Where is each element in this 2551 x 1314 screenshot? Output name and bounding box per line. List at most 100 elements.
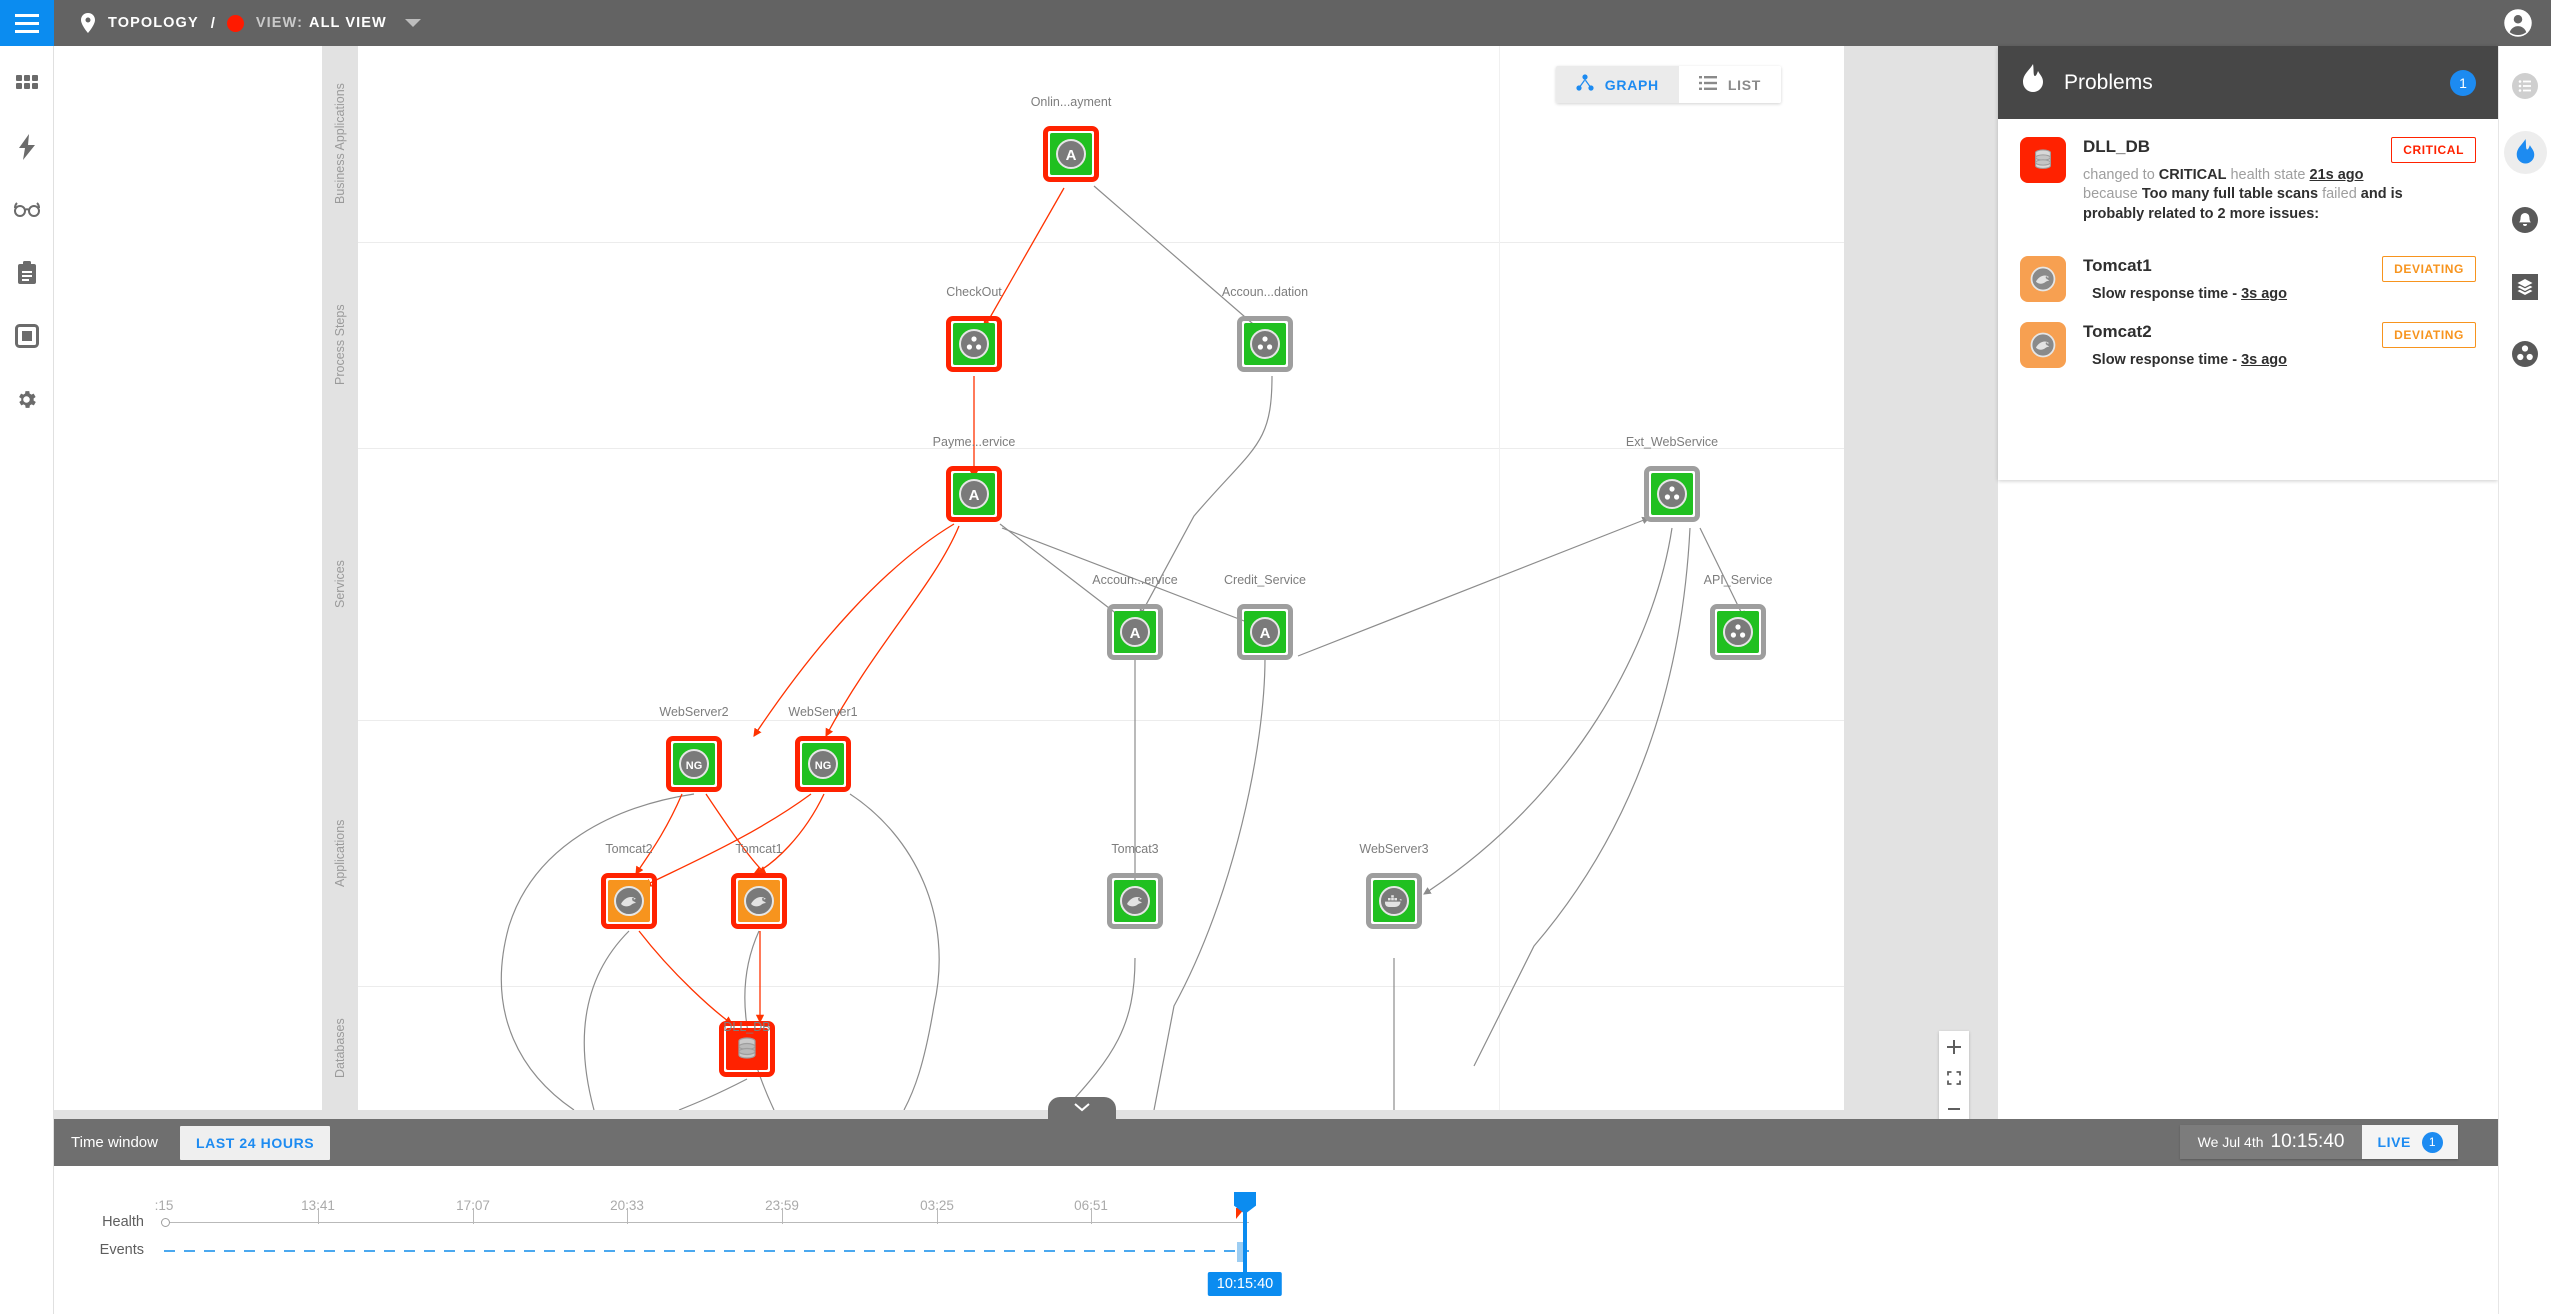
process-icon — [1250, 329, 1280, 359]
node-checkout[interactable] — [946, 316, 1002, 372]
node-apiservice[interactable] — [1710, 604, 1766, 660]
tab-graph[interactable]: GRAPH — [1555, 66, 1679, 103]
problem-subtext-time[interactable]: 3s ago — [2241, 286, 2287, 302]
node-onlinepayment[interactable]: A — [1043, 126, 1099, 182]
problem-item-dll-db[interactable]: DLL_DB CRITICAL changed to CRITICAL heal… — [1998, 119, 2498, 224]
zoom-in-button[interactable] — [1939, 1031, 1969, 1062]
timeline-tick — [473, 1208, 474, 1224]
node-tomcat3[interactable] — [1107, 873, 1163, 929]
node-accountservice[interactable]: A — [1107, 604, 1163, 660]
node-dll-db[interactable] — [719, 1021, 775, 1077]
graph-frame[interactable]: Business Applications Process Steps Serv… — [54, 46, 1844, 1110]
lightning-bolt-icon[interactable] — [5, 125, 49, 169]
agent-a-icon: A — [1250, 617, 1280, 647]
node-label-checkout: CheckOut — [946, 285, 1002, 299]
tab-list-label: LIST — [1727, 76, 1761, 93]
node-tomcat2[interactable] — [601, 873, 657, 929]
problem-subtext: Slow response time - 3s ago — [2092, 352, 2476, 368]
node-label-webserver1: WebServer1 — [788, 705, 858, 719]
problem-name: Tomcat2 — [2083, 321, 2152, 341]
problem-subtext-label: Slow response time - — [2092, 285, 2242, 302]
live-label: LIVE — [2377, 1134, 2411, 1150]
desc-part-6: failed — [2318, 186, 2361, 203]
gear-icon[interactable] — [5, 377, 49, 421]
timeline-events-track[interactable] — [164, 1250, 1249, 1252]
topology-canvas[interactable]: Business Applications Process Steps Serv… — [54, 46, 1998, 1119]
problems-panel-title: Problems — [2064, 70, 2153, 94]
list-lines-icon — [1698, 76, 1717, 93]
view-selector-value[interactable]: ALL VIEW — [309, 15, 387, 31]
right-navigation-rail — [2498, 46, 2551, 1314]
problems-count-badge: 1 — [2450, 69, 2476, 96]
node-label-paymentservice: Payme...ervice — [932, 435, 1016, 449]
node-paymentservice[interactable]: A — [946, 466, 1002, 522]
problem-item-tomcat2[interactable]: Tomcat2 DEVIATING Slow response time - 3… — [1998, 302, 2498, 368]
node-webserver1[interactable]: NG — [795, 736, 851, 792]
problem-subtext-time[interactable]: 3s ago — [2241, 352, 2287, 368]
stack-layers-icon[interactable] — [2504, 265, 2547, 308]
timeline-tick — [1091, 1208, 1092, 1224]
clipboard-icon[interactable] — [5, 251, 49, 295]
svg-text:NG: NG — [686, 760, 703, 772]
timeline-tick — [937, 1208, 938, 1224]
current-time-display[interactable]: We Jul 4th 10:15:40 — [2179, 1125, 2363, 1159]
problem-name: DLL_DB — [2083, 137, 2151, 156]
timeline-cursor-time-badge: 10:15:40 — [1207, 1272, 1283, 1296]
molecule-icon[interactable] — [2504, 332, 2547, 375]
timeline-tick-label: :15 — [154, 1198, 174, 1213]
agent-a-icon: A — [1120, 617, 1150, 647]
user-avatar-icon[interactable] — [2503, 8, 2533, 38]
tomcat-cat-icon — [744, 886, 774, 916]
node-accomodation[interactable] — [1237, 316, 1293, 372]
fit-to-screen-icon[interactable] — [1939, 1062, 1969, 1093]
breadcrumb-topology[interactable]: TOPOLOGY — [108, 15, 199, 31]
chevron-down-icon[interactable] — [404, 19, 421, 27]
desc-part-4: because — [2083, 186, 2142, 203]
list-icon[interactable] — [2504, 64, 2547, 107]
node-label-tomcat2: Tomcat2 — [605, 842, 653, 856]
timeline-row-label-health: Health — [102, 1214, 144, 1230]
nginx-ng-icon: NG — [679, 749, 709, 779]
node-creditservice[interactable]: A — [1237, 604, 1293, 660]
collapse-panel-handle[interactable] — [1048, 1097, 1116, 1119]
live-button[interactable]: LIVE 1 — [2362, 1125, 2458, 1159]
node-label-tomcat1: Tomcat1 — [735, 842, 783, 856]
svg-text:A: A — [969, 487, 980, 504]
bell-icon[interactable] — [2504, 198, 2547, 241]
timeline-start-handle[interactable] — [161, 1218, 170, 1227]
svg-text:A: A — [1130, 625, 1141, 642]
timeline-header: Time window LAST 24 HOURS We Jul 4th 10:… — [54, 1119, 2498, 1166]
problem-item-tomcat1[interactable]: Tomcat1 DEVIATING Slow response time - 3… — [1998, 224, 2498, 302]
tomcat-cat-icon — [1120, 886, 1150, 916]
nginx-ng-icon: NG — [808, 749, 838, 779]
lane-divider — [358, 720, 1844, 721]
hamburger-menu-icon[interactable] — [0, 0, 54, 46]
node-webserver3[interactable] — [1366, 873, 1422, 929]
node-webserver2[interactable]: NG — [666, 736, 722, 792]
problem-name: Tomcat1 — [2083, 255, 2152, 275]
desc-part-3[interactable]: 21s ago — [2310, 167, 2364, 183]
grid-dashboard-icon[interactable] — [5, 62, 49, 106]
time-window-button[interactable]: LAST 24 HOURS — [179, 1125, 331, 1160]
node-label-creditservice: Credit_Service — [1224, 573, 1306, 587]
timeline-body[interactable]: Health Events :15 13:41 17:07 20:33 23:5… — [54, 1166, 2498, 1314]
status-badge-deviating: DEVIATING — [2382, 255, 2476, 282]
zoom-out-button[interactable] — [1939, 1093, 1969, 1119]
database-icon — [738, 1037, 756, 1059]
flame-icon — [2020, 64, 2046, 101]
monitor-square-icon[interactable] — [5, 314, 49, 358]
timeline-health-axis[interactable] — [164, 1222, 1249, 1223]
top-navigation-bar: TOPOLOGY / VIEW: ALL VIEW — [0, 0, 2551, 46]
current-date: We Jul 4th — [2197, 1134, 2264, 1150]
flame-icon[interactable] — [2503, 131, 2547, 174]
tab-list[interactable]: LIST — [1678, 66, 1781, 103]
topology-app: TOPOLOGY / VIEW: ALL VIEW Business Appli… — [0, 0, 2551, 1314]
glasses-icon[interactable] — [5, 188, 49, 232]
location-pin-icon — [80, 13, 96, 33]
lane-label-databases: Databases — [333, 1018, 347, 1078]
zoom-controls — [1939, 1031, 1969, 1119]
node-label-webserver3: WebServer3 — [1359, 842, 1429, 856]
timeline-current-time-group: We Jul 4th 10:15:40 LIVE 1 — [2179, 1125, 2458, 1159]
node-extwebservice[interactable] — [1644, 466, 1700, 522]
node-tomcat1[interactable] — [731, 873, 787, 929]
